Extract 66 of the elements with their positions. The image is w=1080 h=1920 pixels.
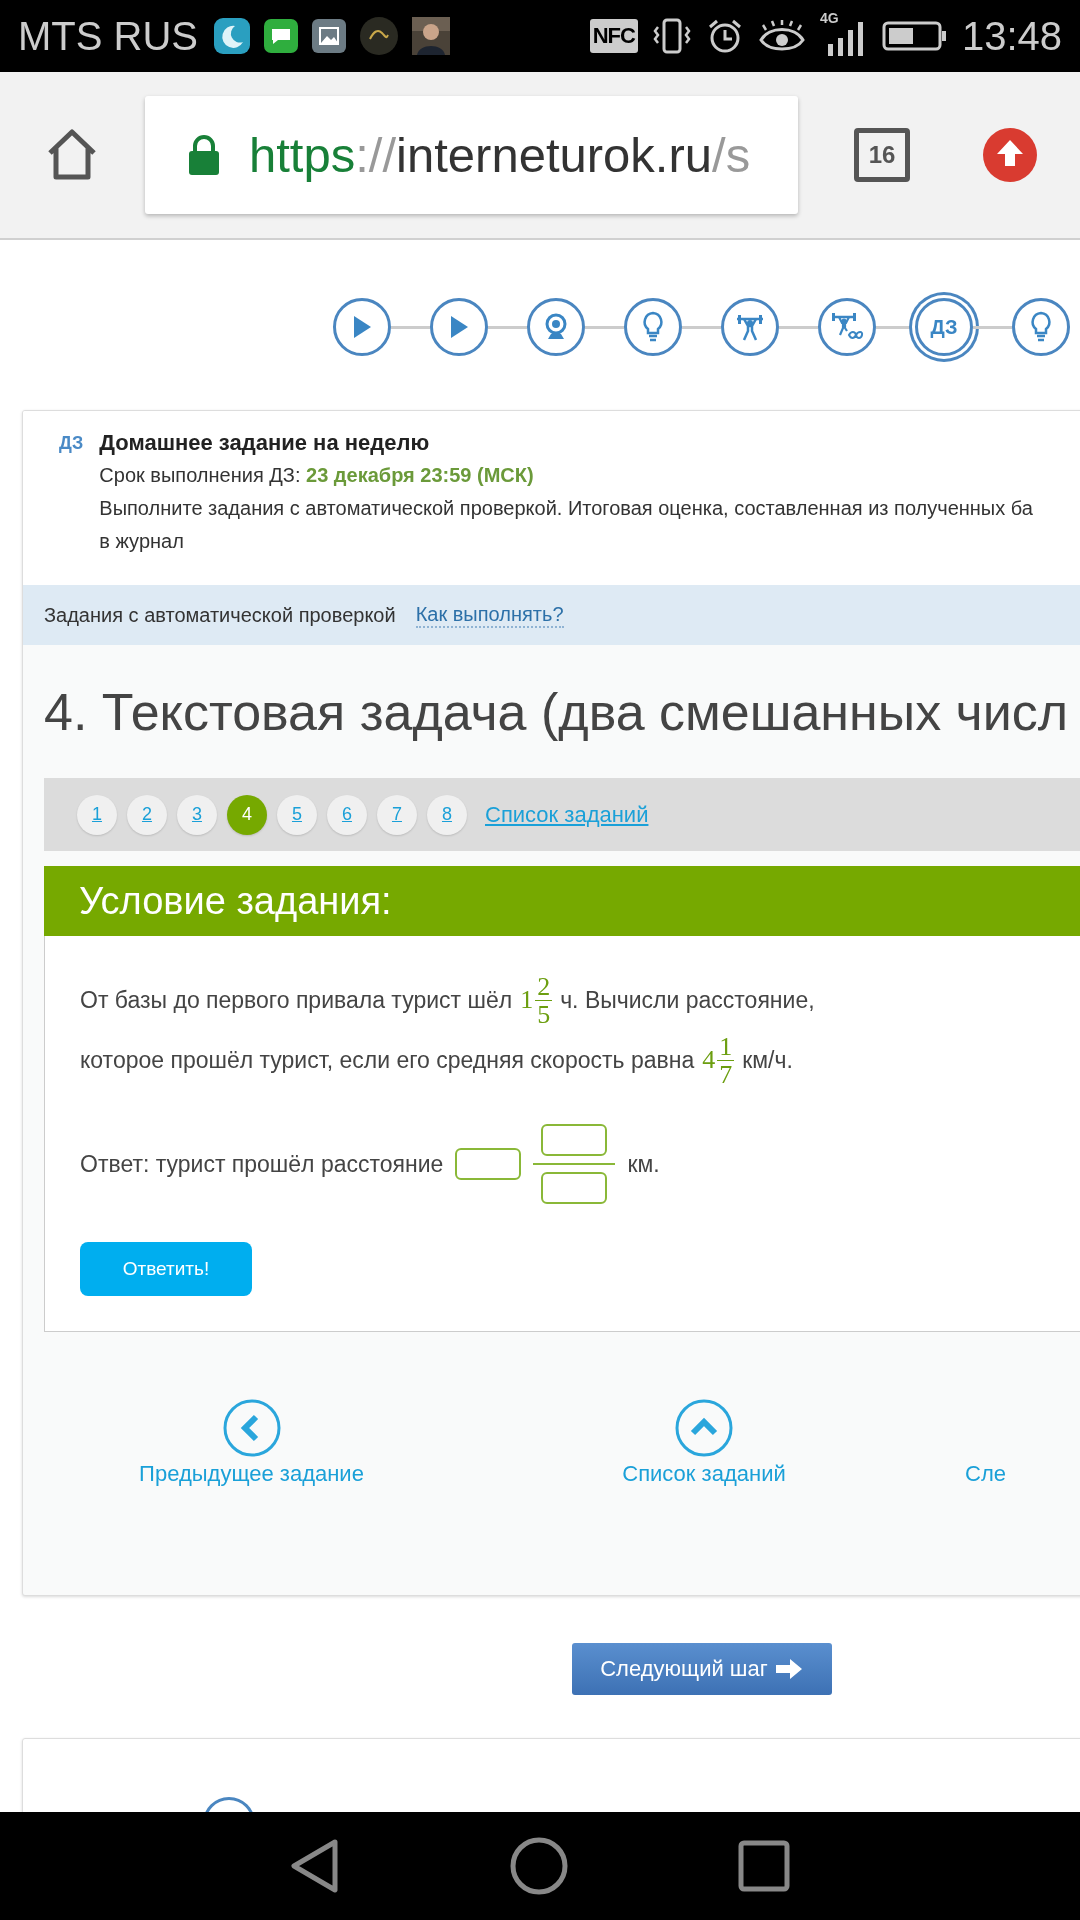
homework-description: в журнал: [99, 529, 185, 554]
task-number-button[interactable]: 5: [277, 794, 317, 835]
next-step-button[interactable]: Следующий шаг: [572, 1643, 832, 1695]
task-nav-link[interactable]: Предыдущее задание: [44, 1399, 459, 1487]
lesson-step-button[interactable]: [721, 298, 779, 356]
chevron-left-icon: [222, 1399, 281, 1457]
upload-icon[interactable]: [982, 127, 1038, 183]
nfc-icon: NFC: [589, 19, 638, 53]
task-title: 4. Текстовая задача (два смешанных числ: [44, 681, 1070, 743]
address-bar[interactable]: https://interneturok.ru/s: [145, 96, 798, 214]
task-number-button[interactable]: 1: [77, 794, 117, 835]
task-number-button[interactable]: 2: [127, 794, 167, 835]
moon-app-icon: [214, 18, 250, 54]
play-icon: [448, 315, 470, 339]
message-app-icon: [264, 19, 298, 53]
clock-time: 13:48: [961, 13, 1062, 59]
auto-check-label: Задания с автоматической проверкой: [44, 603, 396, 627]
gallery-app-icon: [312, 19, 346, 53]
weightlifter-infinity-icon: [830, 312, 864, 342]
home-circle-icon[interactable]: [510, 1837, 568, 1895]
submit-button[interactable]: Ответить!: [80, 1242, 252, 1296]
chevron-up-icon: [675, 1399, 733, 1457]
problem-text: От базы до первого привала турист шёл: [80, 986, 513, 1014]
lesson-step-button[interactable]: [1012, 298, 1070, 356]
numerator-field[interactable]: [541, 1124, 608, 1156]
task-number-button[interactable]: 3: [177, 794, 217, 835]
play-icon: [351, 315, 373, 339]
lesson-step-button[interactable]: [430, 298, 488, 356]
task-nav-link[interactable]: Сле: [965, 1399, 1006, 1487]
webcam-icon: [543, 313, 569, 341]
back-icon[interactable]: [290, 1838, 340, 1894]
deadline-text: Срок выполнения ДЗ: 23 декабря 23:59 (МСК): [99, 463, 535, 488]
lesson-step-button[interactable]: [624, 298, 682, 356]
problem-text: км/ч.: [742, 1046, 793, 1074]
lesson-step-button[interactable]: [527, 298, 585, 356]
problem-text: которое прошёл турист, если его средняя скорость равна: [80, 1046, 695, 1074]
task-nav-link[interactable]: Список заданий: [459, 1399, 949, 1487]
lesson-step-button[interactable]: [333, 298, 391, 356]
homework-title: Домашнее задание на неделю: [99, 429, 431, 457]
lock-icon: [187, 134, 221, 176]
lightbulb-icon: [641, 311, 665, 343]
task-list-link[interactable]: Список заданий: [485, 801, 649, 828]
round-logo-icon: [360, 17, 398, 55]
url-text: https://interneturok.ru/s: [249, 127, 751, 183]
problem-text: ч. Вычисли расстояние,: [560, 986, 815, 1014]
whole-part-field[interactable]: [455, 1148, 522, 1180]
condition-heading: Условие задания:: [79, 879, 392, 923]
homework-description: Выполните задания с автоматической проверкой. Итоговая оценка, составленная из полученных ба: [99, 496, 1033, 521]
homework-tag-label: ДЗ: [59, 433, 84, 454]
tab-count-button[interactable]: 16: [854, 128, 910, 182]
task-number-button[interactable]: 8: [427, 794, 467, 835]
recents-icon[interactable]: [738, 1840, 790, 1892]
task-number-button[interactable]: 7: [377, 794, 417, 835]
task-number-button[interactable]: 4: [227, 794, 267, 835]
how-to-link[interactable]: Как выполнять?: [415, 602, 564, 628]
task-number-button[interactable]: 6: [327, 794, 367, 835]
vibrate-icon: [651, 17, 692, 55]
carrier-name: MTS RUS: [18, 13, 198, 59]
answer-unit: км.: [627, 1150, 660, 1178]
denominator-field[interactable]: [541, 1172, 608, 1204]
answer-label: Ответ: турист прошёл расстояние: [80, 1150, 444, 1178]
battery-icon: [881, 20, 948, 52]
arrow-right-icon: [773, 1658, 804, 1680]
weightlifter-icon: [735, 313, 765, 341]
lesson-step-button[interactable]: [818, 298, 876, 356]
lightbulb-icon: [1029, 311, 1053, 343]
